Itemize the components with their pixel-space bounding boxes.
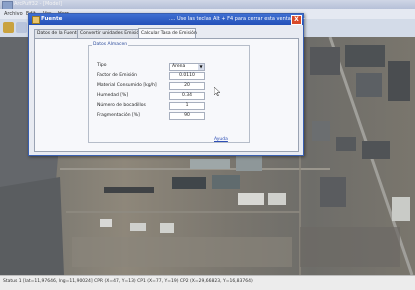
mouse-cursor-icon <box>214 87 220 96</box>
app-title: ArcPuff32 - [Model] <box>14 1 62 7</box>
dialog-window-icon <box>32 16 40 24</box>
status-bar: Status 1 [lat=11,97646, lng=11,90024] CP… <box>0 275 415 290</box>
open-folder-icon[interactable] <box>3 22 14 33</box>
help-link[interactable]: Ayuda <box>214 137 228 142</box>
tab-convertir-unidades[interactable]: Convertir unidades Emisión <box>77 29 142 38</box>
label-bocadillos: Número de bocadillos <box>97 103 146 108</box>
dialog-title: Fuente <box>41 16 63 22</box>
dialog-titlebar[interactable]: Fuente .... Use las teclas Alt + F4 para… <box>29 14 306 25</box>
fuente-dialog: Fuente .... Use las teclas Alt + F4 para… <box>28 13 306 156</box>
label-fragmentacion: Fragmentación [%] <box>97 113 140 118</box>
label-factor-emision: Factor de Emisión <box>97 73 137 78</box>
menu-item-archivo[interactable]: Archivo <box>4 11 23 17</box>
label-tipo: Tipo <box>97 63 107 68</box>
group-title: Datos Almacen <box>92 42 129 47</box>
label-material: Material Consumido [kg/h] <box>97 83 157 88</box>
tab-calcular-tasa[interactable]: Calcular Tasa de Emisión <box>138 28 197 38</box>
app-titlebar: ArcPuff32 - [Model] <box>0 0 415 10</box>
dialog-close-hint: .... Use las teclas Alt + F4 para cerrar… <box>169 16 306 22</box>
status-text: Status 1 [lat=11,97646, lng=11,90024] CP… <box>3 279 253 284</box>
tipo-select[interactable]: Arena ▼ <box>169 63 205 71</box>
fragmentacion-field[interactable]: 90 <box>169 112 205 120</box>
chevron-down-icon[interactable]: ▼ <box>198 64 204 70</box>
humedad-field[interactable]: 0.34 <box>169 92 205 100</box>
material-field[interactable]: 20 <box>169 82 205 90</box>
factor-emision-field[interactable]: 0.0110 <box>169 72 205 80</box>
tipo-select-value: Arena <box>172 64 186 69</box>
label-humedad: Humedad [%] <box>97 93 129 98</box>
tab-datos-fuente[interactable]: Datos de la Fuente <box>34 29 79 38</box>
save-icon[interactable] <box>16 22 27 33</box>
close-button[interactable]: X <box>291 15 302 25</box>
bocadillos-field[interactable]: 1 <box>169 102 205 110</box>
